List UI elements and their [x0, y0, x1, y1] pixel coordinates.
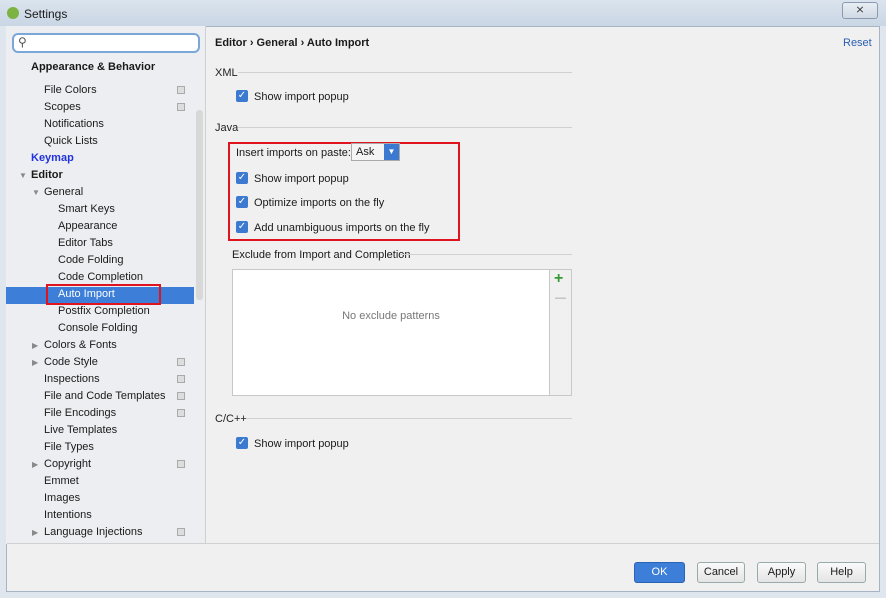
optimize-imports-label: Optimize imports on the fly: [254, 197, 385, 209]
android-studio-icon: [7, 7, 19, 19]
auto-import-highlight-box: [46, 284, 161, 305]
remove-icon[interactable]: —: [555, 292, 566, 304]
section-java: Java: [215, 122, 239, 134]
ok-button[interactable]: OK: [634, 562, 685, 583]
empty-list-text: No exclude patterns: [342, 310, 440, 322]
tree-item[interactable]: Quick Lists: [44, 133, 98, 150]
divider: [246, 418, 572, 419]
tree-item[interactable]: Notifications: [44, 116, 104, 133]
insert-imports-value: Ask: [356, 146, 375, 158]
tree-item[interactable]: General: [44, 184, 83, 201]
project-settings-icon: [177, 392, 185, 400]
collapsed-arrow-icon[interactable]: ▶: [32, 456, 38, 473]
close-button[interactable]: ⨯: [842, 2, 878, 19]
collapsed-arrow-icon[interactable]: ▶: [32, 524, 38, 541]
tree-item[interactable]: Console Folding: [58, 320, 138, 337]
divider: [238, 127, 572, 128]
section-xml: XML: [215, 67, 238, 79]
tree-item[interactable]: Code Folding: [58, 252, 123, 269]
project-settings-icon: [177, 375, 185, 383]
exclude-patterns-list[interactable]: No exclude patterns: [232, 269, 550, 396]
tree-item[interactable]: File Colors: [44, 82, 97, 99]
tree-item[interactable]: Keymap: [31, 150, 74, 167]
java-show-popup-checkbox[interactable]: ✓: [236, 172, 248, 184]
divider: [238, 72, 572, 73]
tree-item[interactable]: Copyright: [44, 456, 91, 473]
footer-divider: [7, 543, 879, 544]
expanded-arrow-icon[interactable]: ▼: [19, 167, 27, 184]
tree-item[interactable]: Language Injections: [44, 524, 142, 541]
window-title: Settings: [24, 7, 68, 21]
tree-item[interactable]: File Encodings: [44, 405, 116, 422]
cancel-button[interactable]: Cancel: [697, 562, 745, 583]
breadcrumb: Editor › General › Auto Import: [215, 37, 370, 49]
cpp-show-popup-label: Show import popup: [254, 438, 349, 450]
cpp-show-popup-checkbox[interactable]: ✓: [236, 437, 248, 449]
help-button[interactable]: Help: [817, 562, 866, 583]
insert-imports-select[interactable]: Ask ▼: [351, 143, 400, 161]
unambiguous-imports-checkbox[interactable]: ✓: [236, 221, 248, 233]
tree-item[interactable]: Editor: [31, 167, 63, 184]
add-icon[interactable]: +: [554, 270, 563, 288]
collapsed-arrow-icon[interactable]: ▶: [32, 354, 38, 371]
xml-show-popup-label: Show import popup: [254, 91, 349, 103]
tree-item[interactable]: File and Code Templates: [44, 388, 165, 405]
project-settings-icon: [177, 409, 185, 417]
tree-item[interactable]: Emmet: [44, 473, 79, 490]
tree-item[interactable]: Appearance: [58, 218, 117, 235]
tree-item[interactable]: Editor Tabs: [58, 235, 113, 252]
collapsed-arrow-icon[interactable]: ▶: [32, 337, 38, 354]
tree-item[interactable]: Code Style: [44, 354, 98, 371]
project-settings-icon: [177, 528, 185, 536]
search-input[interactable]: ⚲: [12, 33, 200, 53]
section-cpp: C/C++: [215, 413, 247, 425]
exclude-title: Exclude from Import and Completion: [232, 249, 411, 261]
project-settings-icon: [177, 86, 185, 94]
apply-button[interactable]: Apply: [757, 562, 806, 583]
expanded-arrow-icon[interactable]: ▼: [32, 184, 40, 201]
tree-item[interactable]: Live Templates: [44, 422, 117, 439]
reset-link[interactable]: Reset: [843, 37, 872, 49]
list-toolbar: + —: [550, 269, 572, 396]
tree-item[interactable]: Images: [44, 490, 80, 507]
tree-item[interactable]: Postfix Completion: [58, 303, 150, 320]
title-bar: [0, 0, 886, 26]
tree-scrollbar[interactable]: [196, 110, 203, 300]
tree-item[interactable]: Inspections: [44, 371, 100, 388]
chevron-down-icon: ▼: [384, 144, 399, 160]
divider: [400, 254, 572, 255]
project-settings-icon: [177, 460, 185, 468]
unambiguous-imports-label: Add unambiguous imports on the fly: [254, 222, 430, 234]
optimize-imports-checkbox[interactable]: ✓: [236, 196, 248, 208]
project-settings-icon: [177, 358, 185, 366]
tree-item[interactable]: File Types: [44, 439, 94, 456]
tree-item[interactable]: Colors & Fonts: [44, 337, 117, 354]
xml-show-popup-checkbox[interactable]: ✓: [236, 90, 248, 102]
tree-sticky-header[interactable]: Appearance & Behavior: [31, 59, 155, 76]
search-icon: ⚲: [18, 35, 27, 49]
project-settings-icon: [177, 103, 185, 111]
java-show-popup-label: Show import popup: [254, 173, 349, 185]
tree-item[interactable]: Intentions: [44, 507, 92, 524]
tree-item[interactable]: Smart Keys: [58, 201, 115, 218]
tree-item[interactable]: Scopes: [44, 99, 81, 116]
insert-imports-label: Insert imports on paste:: [236, 147, 351, 159]
